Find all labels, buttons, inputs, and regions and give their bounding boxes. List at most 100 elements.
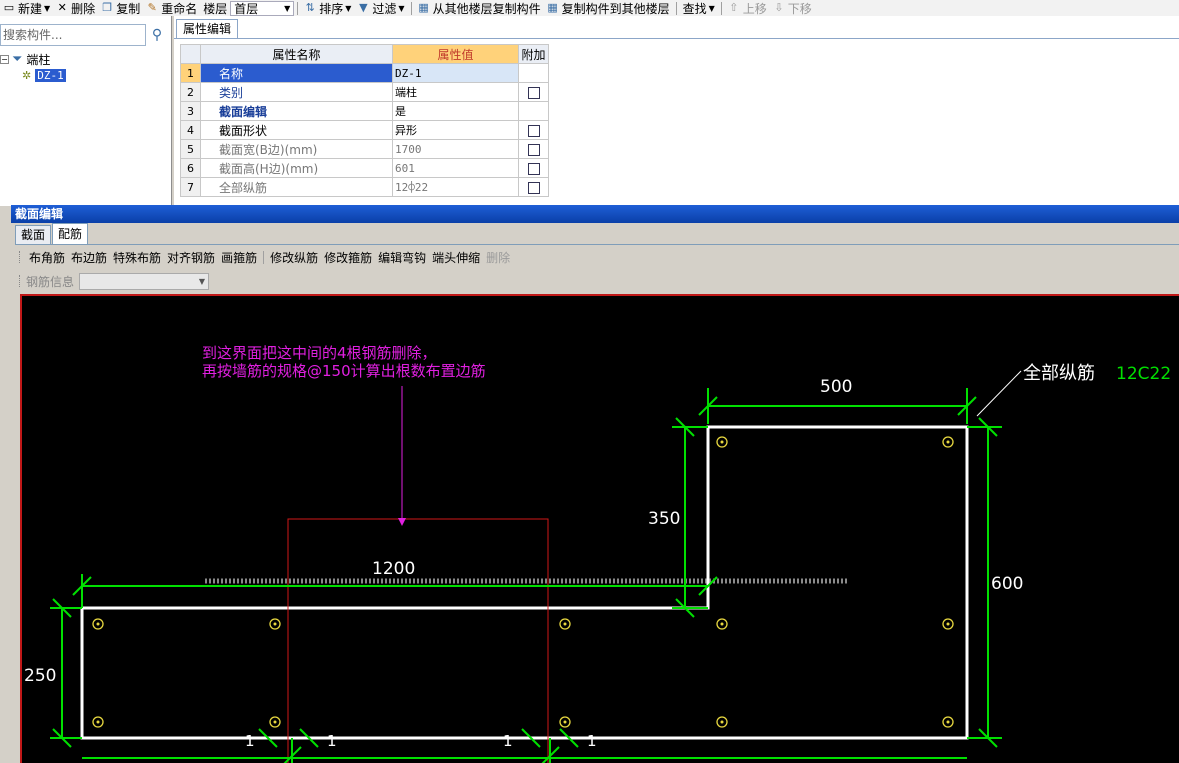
dim-right-height: 600 xyxy=(991,574,1023,594)
toolbar-grip[interactable] xyxy=(19,275,22,287)
sort-button[interactable]: ⇅ 排序 ▼ xyxy=(301,0,354,16)
rebar-info-label: 钢筋信息 xyxy=(26,274,75,289)
dimension-lines xyxy=(50,388,1002,763)
rebar-point-center xyxy=(563,622,567,626)
arrow-down-icon: ⇩ xyxy=(774,1,784,14)
property-value[interactable]: 端柱 xyxy=(392,82,519,102)
align-rebar-button[interactable]: 对齐钢筋 xyxy=(164,249,218,266)
rename-icon: ✎ xyxy=(147,1,157,14)
toolbar-divider xyxy=(263,250,265,264)
toolbar-divider xyxy=(297,1,299,15)
property-row[interactable]: 3 截面编辑 是 xyxy=(180,101,549,121)
rebar-point-center xyxy=(946,440,950,444)
extra-checkbox[interactable] xyxy=(527,181,540,194)
rebar-point-center xyxy=(720,720,724,724)
property-value[interactable]: 1700 xyxy=(392,139,519,159)
property-name: 全部纵筋 xyxy=(200,177,393,197)
property-row[interactable]: 1 名称 DZ-1 xyxy=(180,63,549,83)
property-value[interactable]: 12⌽22 xyxy=(392,177,519,197)
delete-rebar-button[interactable]: 删除 xyxy=(483,249,513,266)
property-value[interactable]: DZ-1 xyxy=(392,63,519,83)
filter-button[interactable]: ▼ 过滤 ▼ xyxy=(354,0,407,16)
rename-button[interactable]: ✎ 重命名 xyxy=(143,0,200,16)
search-icon[interactable]: ⚲ xyxy=(146,24,168,46)
property-row[interactable]: 7 全部纵筋 12⌽22 xyxy=(180,177,549,197)
property-grid: 属性名称 属性值 附加 1 名称 DZ-1 2 类别 端柱 3 截面编辑 是 4… xyxy=(180,44,549,197)
component-tree: − ⏷ 端柱 ✲ DZ-1 xyxy=(0,51,66,83)
move-up-button[interactable]: ⇧ 上移 xyxy=(725,0,770,16)
extra-checkbox[interactable] xyxy=(527,124,540,137)
rebar-point-center xyxy=(273,720,277,724)
extra-checkbox[interactable] xyxy=(527,86,540,99)
move-down-button[interactable]: ⇩ 下移 xyxy=(770,0,815,16)
chevron-down-icon: ▼ xyxy=(708,3,715,13)
edit-stirrup-button[interactable]: 修改箍筋 xyxy=(321,249,375,266)
window-title: 截面编辑 xyxy=(11,205,1179,223)
corner-rebar-button[interactable]: 布角筋 xyxy=(26,249,68,266)
search-input[interactable]: 搜索构件... xyxy=(0,24,146,46)
property-name: 截面编辑 xyxy=(200,101,393,121)
find-button[interactable]: 查找 ▼ xyxy=(680,0,718,16)
copy-from-other-floor-button[interactable]: ▦ 从其他楼层复制构件 xyxy=(415,0,544,16)
copy-floor-icon: ▦ xyxy=(547,1,558,14)
tab-section[interactable]: 截面 xyxy=(15,225,52,244)
property-value[interactable]: 601 xyxy=(392,158,519,178)
extra-checkbox[interactable] xyxy=(527,162,540,175)
property-name-header: 属性名称 xyxy=(200,44,393,64)
delete-button[interactable]: ✕ 删除 xyxy=(53,0,98,16)
rebar-point-center xyxy=(96,720,100,724)
dim-left-height: 250 xyxy=(24,666,56,686)
rebar-point-center xyxy=(946,622,950,626)
property-name: 截面形状 xyxy=(200,120,393,140)
row-index: 5 xyxy=(180,139,201,159)
property-row[interactable]: 2 类别 端柱 xyxy=(180,82,549,102)
edit-hook-button[interactable]: 编辑弯钩 xyxy=(375,249,429,266)
main-toolbar: ▭ 新建 ▼ ✕ 删除 ❐ 复制 ✎ 重命名 楼层 首层 ▼ ⇅ 排序 ▼ ▼ 过滤 ▼ ▦ 从其他楼… xyxy=(0,0,1179,16)
property-extra xyxy=(518,120,549,140)
edge-rebar-button[interactable]: 布边筋 xyxy=(68,249,110,266)
property-name: 类别 xyxy=(200,82,393,102)
component-icon: ✲ xyxy=(22,68,32,82)
row-index: 4 xyxy=(180,120,201,140)
draw-stirrup-button[interactable]: 画箍筋 xyxy=(218,249,260,266)
copy-to-other-floor-button[interactable]: ▦ 复制构件到其他楼层 xyxy=(544,0,673,16)
property-row[interactable]: 5 截面宽(B边)(mm) 1700 xyxy=(180,139,549,159)
index-header xyxy=(180,44,201,64)
property-extra xyxy=(518,177,549,197)
rebar-info-select[interactable]: ▼ xyxy=(79,272,210,290)
property-value[interactable]: 是 xyxy=(392,101,519,121)
drawing-canvas[interactable]: 到这界面把这中间的4根钢筋删除， 再按墙筋的规格@150计算出根数布置边筋 全部… xyxy=(20,294,1179,763)
dim-left-width: 1200 xyxy=(372,559,415,579)
end-stretch-button[interactable]: 端头伸缩 xyxy=(429,249,483,266)
tree-node-dz1[interactable]: ✲ DZ-1 xyxy=(0,67,66,83)
property-row[interactable]: 6 截面高(H边)(mm) 601 xyxy=(180,158,549,178)
copy-floor-icon: ▦ xyxy=(418,1,429,14)
section-drawing[interactable]: 到这界面把这中间的4根钢筋删除， 再按墙筋的规格@150计算出根数布置边筋 全部… xyxy=(22,296,1179,763)
tab-rebar[interactable]: 配筋 xyxy=(52,223,89,244)
property-header-row: 属性名称 属性值 附加 xyxy=(180,44,549,64)
toolbar-divider xyxy=(675,1,677,15)
extra-checkbox[interactable] xyxy=(527,143,540,156)
tab-divider xyxy=(15,244,1179,245)
property-value[interactable]: 异形 xyxy=(392,120,519,140)
collapse-icon[interactable]: − xyxy=(0,54,9,64)
tab-divider xyxy=(174,38,1179,39)
all-rebar-label: 全部纵筋 xyxy=(1023,363,1095,384)
property-extra xyxy=(518,101,549,121)
row-index: 1 xyxy=(180,63,201,83)
special-rebar-button[interactable]: 特殊布筋 xyxy=(110,249,164,266)
app-window: ▭ 新建 ▼ ✕ 删除 ❐ 复制 ✎ 重命名 楼层 首层 ▼ ⇅ 排序 ▼ ▼ 过滤 ▼ ▦ 从其他楼… xyxy=(0,0,1179,763)
edit-longitudinal-button[interactable]: 修改纵筋 xyxy=(267,249,321,266)
copy-button[interactable]: ❐ 复制 xyxy=(98,0,143,16)
chevron-down-icon: ▼ xyxy=(345,3,352,13)
filter-icon: ▼ xyxy=(359,1,368,14)
floor-select[interactable]: 首层 ▼ xyxy=(230,0,295,16)
sort-icon: ⇅ xyxy=(305,1,315,14)
tree-node-end-column[interactable]: − ⏷ 端柱 xyxy=(0,51,66,67)
toolbar-grip[interactable] xyxy=(19,251,22,263)
new-button[interactable]: ▭ 新建 ▼ xyxy=(0,0,53,16)
tab-property-edit[interactable]: 属性编辑 xyxy=(176,19,239,39)
property-row[interactable]: 4 截面形状 异形 xyxy=(180,120,549,140)
component-tree-panel: 搜索构件... ⚲ − ⏷ 端柱 ✲ DZ-1 xyxy=(0,16,172,206)
new-icon: ▭ xyxy=(3,1,15,14)
